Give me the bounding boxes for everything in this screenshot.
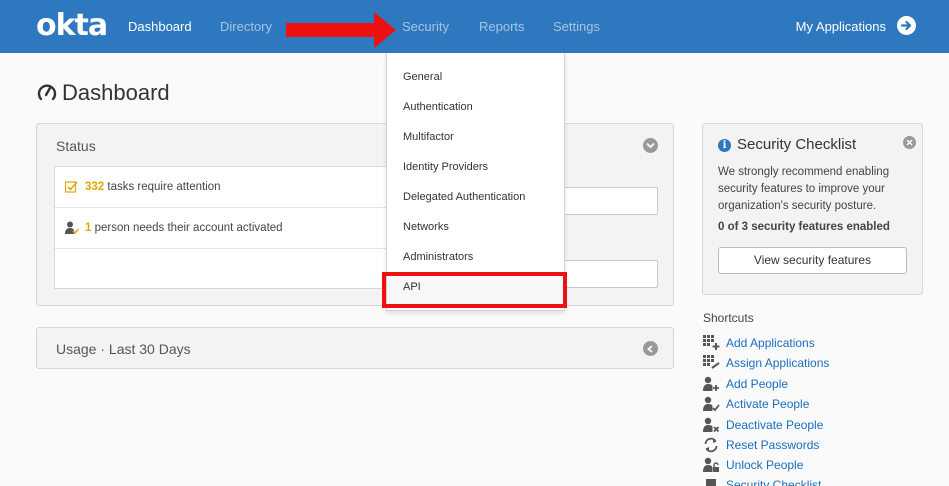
nav-dashboard[interactable]: Dashboard bbox=[128, 19, 192, 34]
chevron-left-icon[interactable] bbox=[643, 341, 658, 356]
menu-item-administrators[interactable]: Administrators bbox=[403, 251, 473, 263]
deactivate-person-icon bbox=[703, 417, 720, 433]
assign-apps-icon bbox=[703, 355, 720, 369]
info-icon: i bbox=[718, 139, 731, 152]
nav-security[interactable]: Security bbox=[402, 19, 449, 34]
status-widget-box bbox=[563, 187, 658, 215]
red-arrow-icon bbox=[286, 12, 396, 48]
checklist-description: We strongly recommend enabling security … bbox=[718, 166, 890, 212]
refresh-icon bbox=[704, 437, 718, 453]
menu-item-authentication[interactable]: Authentication bbox=[403, 101, 473, 113]
activate-person-icon bbox=[703, 396, 720, 412]
status-row-activation[interactable]: 1 person needs their account activated bbox=[55, 208, 397, 249]
shortcut-assign-applications[interactable]: Assign Applications bbox=[703, 355, 943, 371]
arrow-right-circle-icon[interactable] bbox=[897, 16, 916, 35]
nav-reports[interactable]: Reports bbox=[479, 19, 525, 34]
shortcut-deactivate-people[interactable]: Deactivate People bbox=[703, 417, 943, 433]
unlock-icon bbox=[703, 457, 719, 472]
shortcut-security-checklist[interactable]: Security Checklist bbox=[703, 477, 943, 486]
status-row-tasks[interactable]: 332 tasks require attention bbox=[55, 167, 397, 208]
my-applications-link[interactable]: My Applications bbox=[796, 19, 886, 34]
menu-item-delegated-authentication[interactable]: Delegated Authentication bbox=[403, 191, 525, 203]
page-title: Dashboard bbox=[62, 80, 170, 105]
shortcut-add-applications[interactable]: Add Applications bbox=[703, 335, 943, 351]
menu-item-networks[interactable]: Networks bbox=[403, 221, 449, 233]
close-icon[interactable] bbox=[903, 136, 916, 149]
status-widget-box bbox=[563, 260, 658, 288]
checklist-icon bbox=[706, 479, 716, 486]
task-checkbox-icon bbox=[65, 181, 78, 193]
activation-text: person needs their account activated bbox=[91, 222, 283, 234]
person-pending-icon bbox=[65, 221, 79, 235]
add-person-icon bbox=[703, 376, 719, 391]
status-panel: Status 332 tasks require attention 1 per… bbox=[36, 123, 674, 306]
menu-item-identity-providers[interactable]: Identity Providers bbox=[403, 161, 488, 173]
shortcuts-title: Shortcuts bbox=[703, 311, 754, 325]
shortcut-reset-passwords[interactable]: Reset Passwords bbox=[703, 437, 943, 453]
usage-panel[interactable]: Usage · Last 30 Days bbox=[36, 327, 674, 369]
tasks-text: tasks require attention bbox=[104, 181, 221, 193]
checklist-count: 0 of 3 security features enabled bbox=[718, 221, 890, 233]
view-security-features-button[interactable]: View security features bbox=[718, 247, 907, 274]
api-highlight-box bbox=[382, 272, 567, 308]
shortcut-add-people[interactable]: Add People bbox=[703, 376, 943, 392]
shortcut-activate-people[interactable]: Activate People bbox=[703, 396, 943, 412]
security-checklist-panel: i Security Checklist We strongly recomme… bbox=[702, 123, 923, 295]
status-list: 332 tasks require attention 1 person nee… bbox=[54, 166, 398, 289]
tasks-count: 332 bbox=[85, 181, 105, 193]
usage-panel-title: Usage · Last 30 Days bbox=[56, 341, 191, 357]
dashboard-gauge-icon bbox=[37, 84, 57, 101]
checklist-title: Security Checklist bbox=[737, 136, 857, 153]
status-row-empty bbox=[55, 249, 397, 290]
menu-item-general[interactable]: General bbox=[403, 71, 442, 83]
nav-directory[interactable]: Directory bbox=[220, 19, 272, 34]
nav-settings[interactable]: Settings bbox=[553, 19, 600, 34]
chevron-down-icon[interactable] bbox=[643, 138, 658, 153]
status-panel-title: Status bbox=[56, 138, 96, 154]
shortcut-unlock-people[interactable]: Unlock People bbox=[703, 457, 943, 473]
menu-item-multifactor[interactable]: Multifactor bbox=[403, 131, 454, 143]
okta-logo[interactable]: okta bbox=[36, 8, 108, 43]
top-navigation-bar: okta Dashboard Directory Security Report… bbox=[0, 0, 949, 53]
add-apps-icon bbox=[703, 335, 720, 350]
